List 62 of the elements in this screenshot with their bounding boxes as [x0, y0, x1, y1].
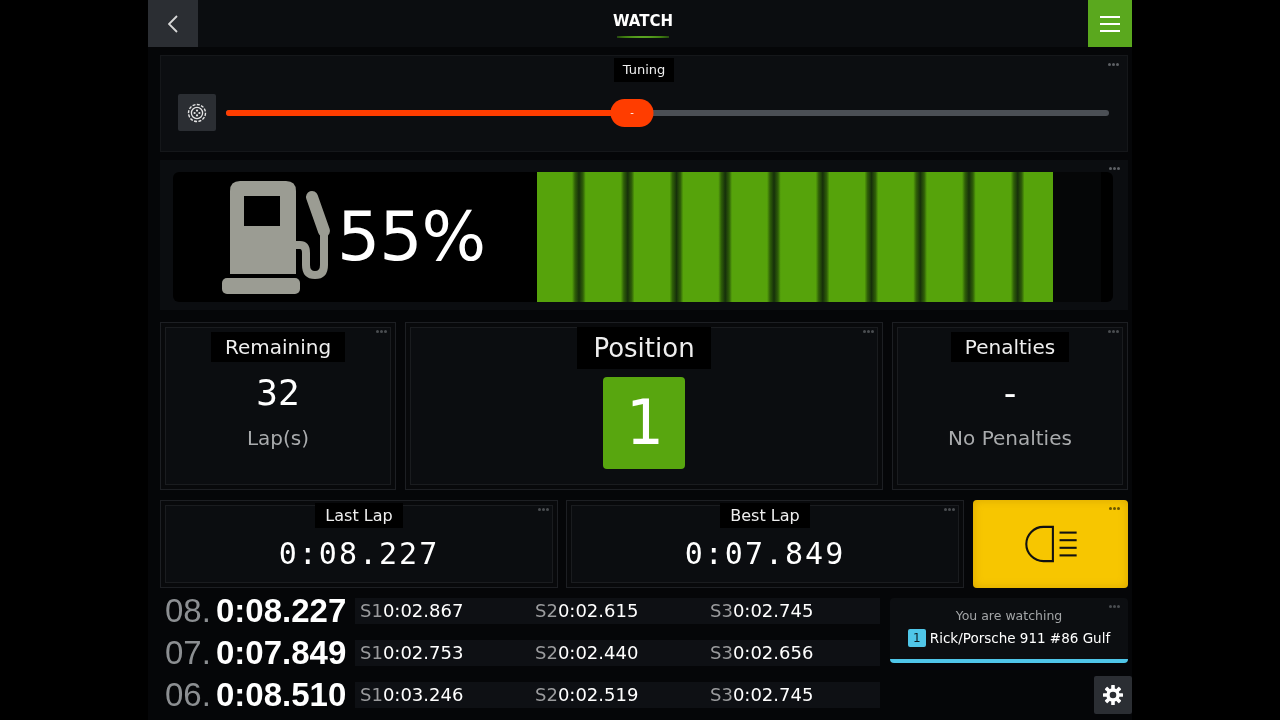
sector-label: S3	[710, 684, 733, 706]
more-icon[interactable]	[1108, 330, 1119, 333]
watching-caption: You are watching	[955, 608, 1063, 624]
settings-icon	[1103, 685, 1123, 705]
fuel-percentage: 55%	[337, 197, 486, 277]
sector-time: 0:02.753	[382, 642, 464, 664]
more-icon[interactable]	[1109, 605, 1120, 608]
lap-time: 0:08.227	[216, 592, 347, 630]
driver-name: Rick/Porsche 911 #86 Gulf	[929, 629, 1111, 647]
position-chip: 1	[907, 629, 926, 647]
more-icon[interactable]	[376, 330, 387, 333]
stat-caption: Lap(s)	[246, 425, 310, 451]
stat-caption: No Penalties	[948, 425, 1072, 451]
sector-label: S1	[360, 684, 383, 706]
more-icon[interactable]	[538, 508, 549, 511]
menu-button[interactable]	[1088, 0, 1132, 47]
position-badge: 1	[603, 377, 685, 469]
settings-button[interactable]	[1094, 676, 1132, 714]
stat-value: 32	[256, 372, 300, 414]
rosette-icon	[187, 102, 207, 123]
sector-label: S2	[535, 600, 558, 622]
back-button[interactable]	[148, 0, 198, 47]
more-icon[interactable]	[944, 508, 955, 511]
sector-label: S2	[535, 642, 558, 664]
sector-time: 0:03.246	[382, 684, 464, 706]
more-icon[interactable]	[1109, 507, 1120, 510]
sector-label: S1	[360, 642, 383, 664]
lap-time-value: 0:07.849	[684, 536, 846, 572]
lap-time-value: 0:08.227	[278, 536, 440, 572]
sector-label: S2	[535, 684, 558, 706]
panel-title: Penalties	[950, 332, 1070, 362]
sector-time: 0:02.867	[382, 600, 464, 622]
tuning-button[interactable]	[178, 94, 216, 131]
sector-time: 0:02.519	[557, 684, 639, 706]
more-icon[interactable]	[1109, 167, 1120, 170]
screen-title: WATCH	[612, 11, 674, 30]
sector-time: 0:02.440	[557, 642, 639, 664]
back-chevron-icon	[168, 14, 178, 33]
lap-number: 08.	[165, 592, 212, 630]
sector-time: 0:02.615	[557, 600, 639, 622]
panel-title: Best Lap	[720, 503, 810, 528]
panel-title: Last Lap	[315, 503, 403, 528]
sector-time: 0:02.745	[732, 600, 814, 622]
panel-title: Tuning	[613, 58, 675, 82]
stat-value: -	[999, 372, 1021, 414]
headlight-toggle[interactable]	[973, 500, 1128, 588]
lap-time: 0:08.510	[216, 676, 347, 714]
headlight-icon	[1023, 525, 1078, 563]
menu-icon	[1100, 15, 1120, 32]
lap-number: 06.	[165, 676, 212, 714]
panel-title: Remaining	[210, 332, 346, 362]
more-icon[interactable]	[1108, 63, 1119, 66]
sector-label: S1	[360, 600, 383, 622]
lap-number: 07.	[165, 634, 212, 672]
sector-label: S3	[710, 600, 733, 622]
sector-time: 0:02.745	[732, 684, 814, 706]
sector-time: 0:02.656	[732, 642, 814, 664]
sector-label: S3	[710, 642, 733, 664]
slider-thumb[interactable]: -	[610, 98, 654, 127]
lap-time: 0:07.849	[216, 634, 347, 672]
more-icon[interactable]	[863, 330, 874, 333]
panel-title: Position	[577, 327, 711, 369]
